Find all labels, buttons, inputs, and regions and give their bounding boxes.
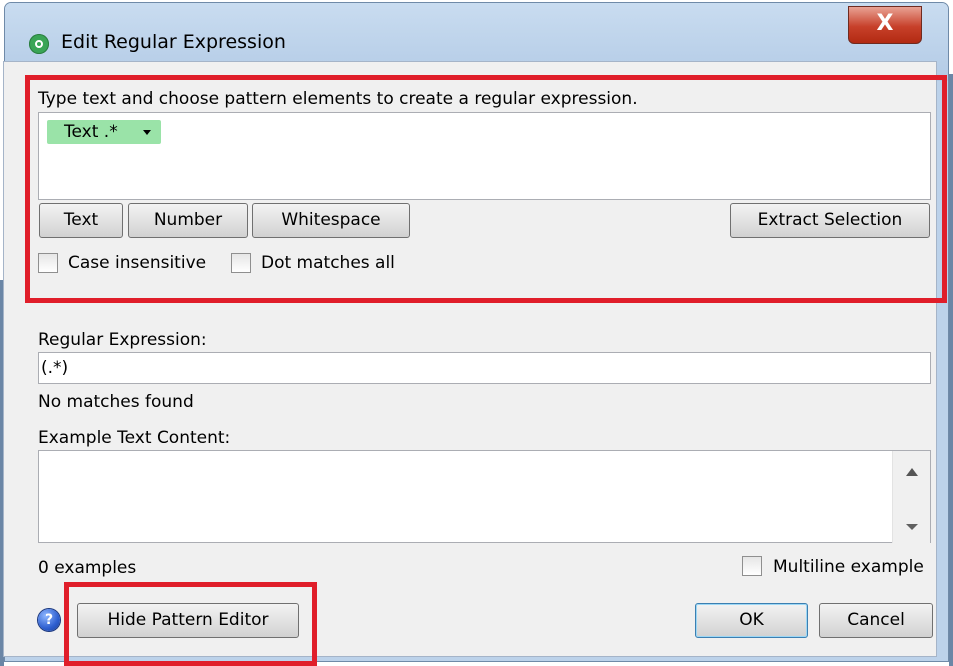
pattern-token-label: Text .* (64, 122, 118, 142)
case-insensitive-checkbox[interactable] (38, 253, 58, 273)
cancel-button[interactable]: Cancel (819, 603, 933, 638)
example-text-area[interactable] (38, 450, 931, 543)
examples-count: 0 examples (38, 558, 137, 578)
extract-selection-button[interactable]: Extract Selection (730, 203, 930, 238)
dot-matches-all-checkbox[interactable] (231, 253, 251, 273)
whitespace-element-button[interactable]: Whitespace (252, 203, 410, 238)
pattern-editor-field[interactable] (38, 112, 931, 200)
text-element-button[interactable]: Text (39, 203, 123, 238)
pattern-token[interactable]: Text .* (47, 120, 161, 144)
help-icon[interactable]: ? (38, 609, 60, 631)
ok-button[interactable]: OK (695, 603, 808, 638)
app-icon (29, 34, 49, 54)
multiline-example-label: Multiline example (773, 557, 924, 577)
number-element-button[interactable]: Number (128, 203, 248, 238)
close-icon: X (876, 11, 894, 36)
scroll-down-icon[interactable] (906, 524, 918, 530)
match-status: No matches found (38, 392, 194, 412)
pattern-instruction-text: Type text and choose pattern elements to… (38, 89, 638, 109)
chevron-down-icon[interactable] (143, 130, 151, 135)
hide-pattern-editor-button[interactable]: Hide Pattern Editor (77, 603, 299, 638)
scroll-up-icon[interactable] (906, 468, 918, 476)
multiline-example-checkbox[interactable] (742, 556, 762, 576)
example-scrollbar[interactable] (892, 451, 930, 543)
example-text-label: Example Text Content: (38, 428, 231, 448)
window-title: Edit Regular Expression (61, 31, 286, 53)
close-button[interactable]: X (848, 6, 922, 44)
regex-field[interactable]: (.*) (38, 352, 931, 384)
case-insensitive-label: Case insensitive (68, 253, 207, 273)
regex-label: Regular Expression: (38, 330, 207, 350)
dot-matches-all-label: Dot matches all (261, 253, 395, 273)
window-edge-right (949, 74, 953, 666)
regex-value: (.*) (41, 358, 69, 378)
